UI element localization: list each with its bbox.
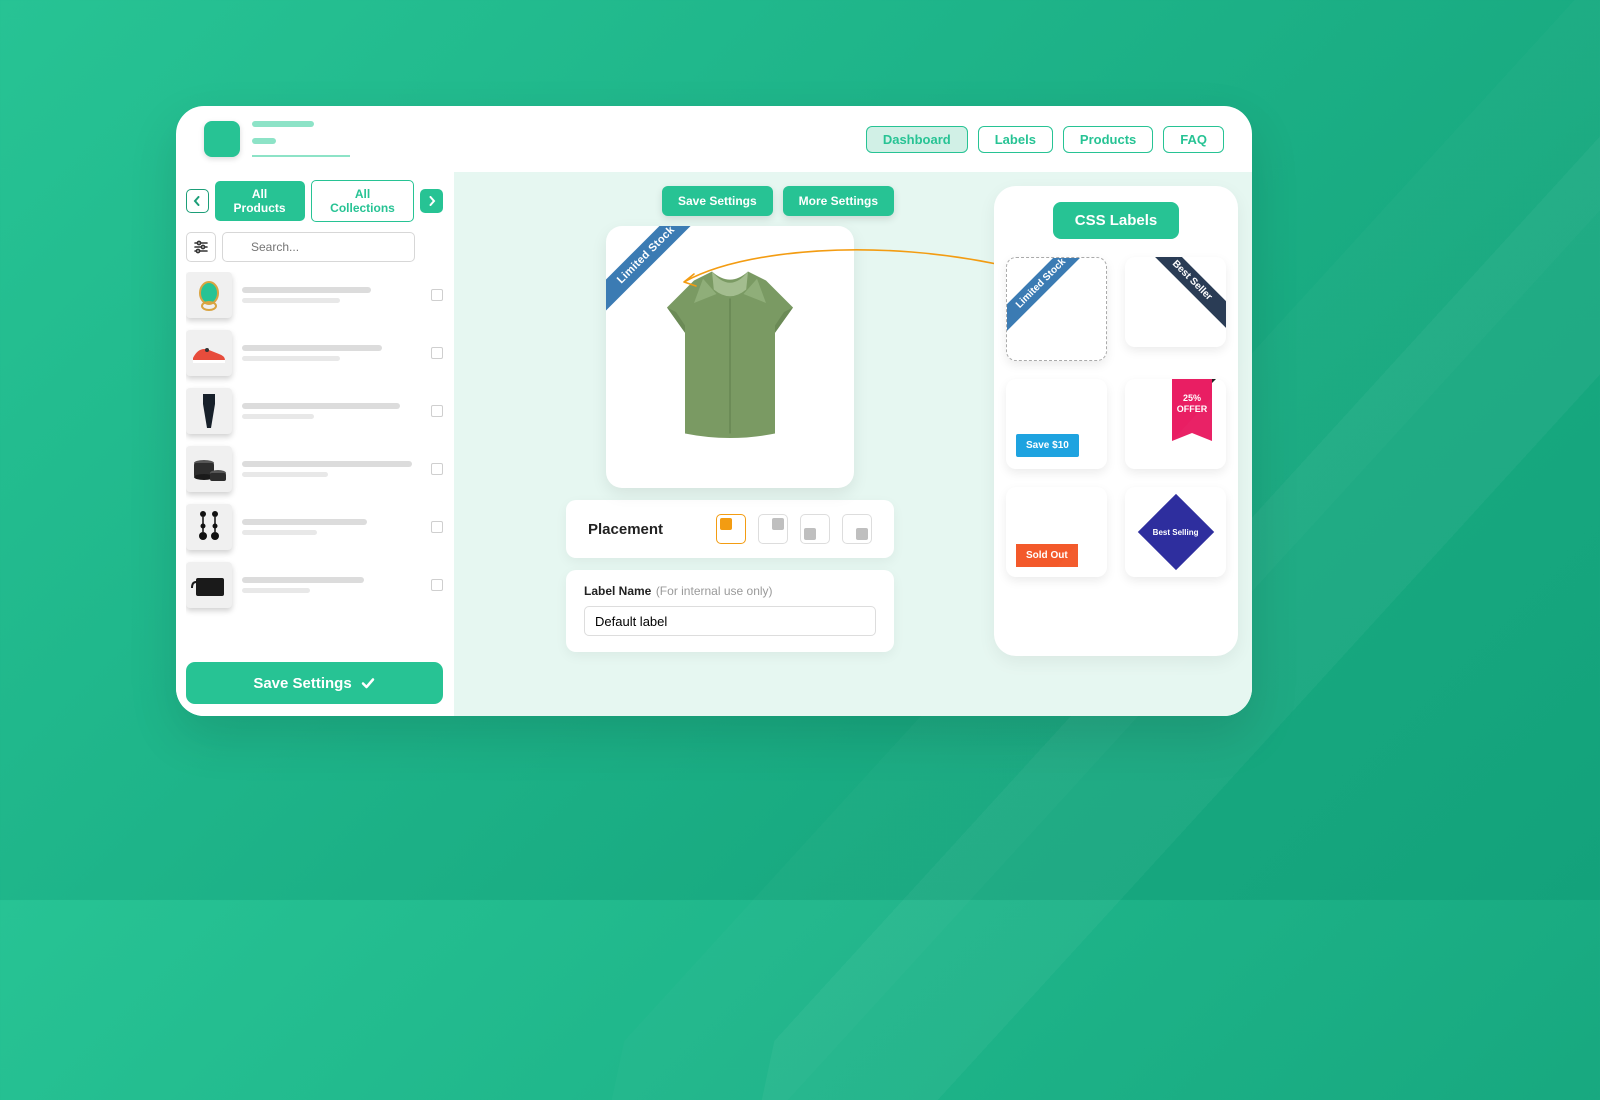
search-wrap (222, 232, 443, 262)
placement-panel: Placement (566, 500, 894, 558)
css-labels-panel: CSS Labels Limited Stock Best Seller Sav… (994, 186, 1238, 656)
list-item-checkbox[interactable] (431, 463, 443, 475)
placement-bottom-left[interactable] (800, 514, 830, 544)
product-thumb-pants (186, 388, 232, 434)
list-item-checkbox[interactable] (431, 521, 443, 533)
list-item-checkbox[interactable] (431, 405, 443, 417)
list-item[interactable] (186, 562, 443, 608)
label-name-hint: (For internal use only) (656, 584, 773, 598)
center-panel: Save Settings More Settings Limited Stoc… (454, 172, 1252, 716)
list-item[interactable] (186, 504, 443, 550)
sliders-icon (193, 239, 209, 255)
list-item-text (242, 519, 421, 535)
placement-top-right[interactable] (758, 514, 788, 544)
more-settings-button[interactable]: More Settings (783, 186, 894, 216)
sidebar: All Products All Collections (176, 172, 454, 716)
list-item-text (242, 287, 421, 303)
placement-bottom-right[interactable] (842, 514, 872, 544)
product-thumb-earrings (186, 504, 232, 550)
nav-dashboard[interactable]: Dashboard (866, 126, 968, 153)
list-item[interactable] (186, 330, 443, 376)
label-name-title: Label Name (584, 584, 651, 598)
list-item[interactable] (186, 388, 443, 434)
chevron-left-icon (192, 196, 202, 206)
list-item-text (242, 461, 421, 477)
settings-panels: Placement Label Name (For internal use o… (566, 500, 894, 652)
app-logo-icon (204, 121, 240, 157)
prev-button[interactable] (186, 189, 209, 213)
label-grid: Limited Stock Best Seller Save $10 25%OF… (1006, 257, 1226, 577)
list-item-checkbox[interactable] (431, 347, 443, 359)
placement-top-left[interactable] (716, 514, 746, 544)
list-item-text (242, 577, 421, 593)
label-option-best-seller[interactable]: Best Seller (1125, 257, 1226, 347)
center-actions: Save Settings More Settings (304, 186, 1252, 216)
top-bar: Dashboard Labels Products FAQ (176, 106, 1252, 172)
save-settings-button[interactable]: Save Settings (186, 662, 443, 704)
product-thumb-bag (186, 562, 232, 608)
product-list (186, 272, 443, 656)
shirt-icon (640, 262, 820, 452)
product-thumb-shoes (186, 330, 232, 376)
tab-all-products[interactable]: All Products (215, 181, 305, 221)
label-option-save-10[interactable]: Save $10 (1006, 379, 1107, 469)
product-preview-card: Limited Stock (606, 226, 854, 488)
app-logo-text-placeholder (252, 121, 350, 157)
list-item[interactable] (186, 446, 443, 492)
main-area: All Products All Collections (176, 172, 1252, 716)
product-thumb-candle (186, 446, 232, 492)
save-settings-top-button[interactable]: Save Settings (662, 186, 773, 216)
top-nav: Dashboard Labels Products FAQ (866, 126, 1224, 153)
search-input[interactable] (222, 232, 415, 262)
list-item-text (242, 403, 421, 419)
ribbon-best-seller: Best Seller (1136, 257, 1226, 337)
label-option-25-offer[interactable]: 25%OFFER (1125, 379, 1226, 469)
label-name-panel: Label Name (For internal use only) (566, 570, 894, 652)
list-item-checkbox[interactable] (431, 579, 443, 591)
diamond-best-selling: Best Selling (1137, 494, 1213, 570)
nav-faq[interactable]: FAQ (1163, 126, 1224, 153)
placement-title: Placement (588, 521, 663, 538)
list-item-text (242, 345, 421, 361)
label-option-sold-out[interactable]: Sold Out (1006, 487, 1107, 577)
filter-button[interactable] (186, 232, 216, 262)
label-option-best-selling[interactable]: Best Selling (1125, 487, 1226, 577)
app-window: Dashboard Labels Products FAQ All Produc… (176, 106, 1252, 716)
check-icon (360, 675, 376, 691)
badge-sold-out: Sold Out (1016, 544, 1078, 567)
flag-25-offer: 25%OFFER (1172, 379, 1212, 433)
list-item-checkbox[interactable] (431, 289, 443, 301)
label-option-limited-stock[interactable]: Limited Stock (1006, 257, 1107, 361)
search-row (186, 232, 443, 262)
label-name-input[interactable] (584, 606, 876, 636)
css-labels-title: CSS Labels (1053, 202, 1180, 239)
list-item[interactable] (186, 272, 443, 318)
save-settings-label: Save Settings (253, 675, 351, 692)
ribbon-limited-stock: Limited Stock (1006, 257, 1097, 340)
product-thumb-ring (186, 272, 232, 318)
tag-save-10: Save $10 (1016, 434, 1079, 457)
placement-options (716, 514, 872, 544)
nav-products[interactable]: Products (1063, 126, 1153, 153)
nav-labels[interactable]: Labels (978, 126, 1053, 153)
